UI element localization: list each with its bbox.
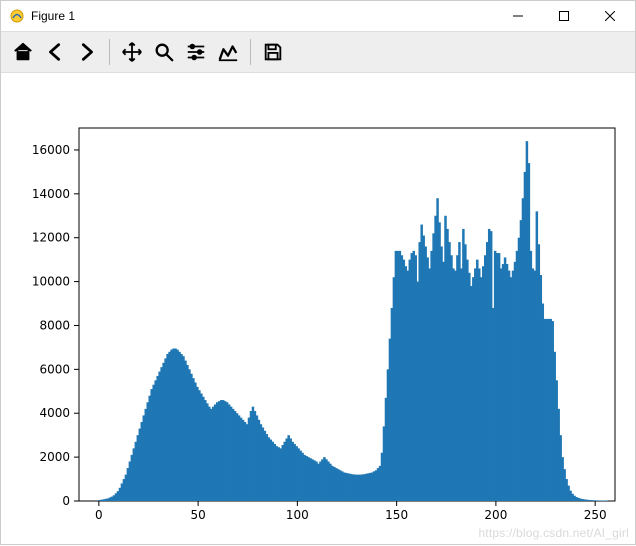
mpl-toolbar — [1, 31, 635, 73]
svg-text:6000: 6000 — [39, 362, 70, 376]
pan-button[interactable] — [116, 36, 148, 68]
forward-button[interactable] — [71, 36, 103, 68]
svg-text:4000: 4000 — [39, 406, 70, 420]
svg-text:150: 150 — [385, 508, 408, 522]
titlebar: Figure 1 — [1, 1, 635, 31]
home-button[interactable] — [7, 36, 39, 68]
app-icon — [9, 8, 25, 24]
svg-text:0: 0 — [62, 494, 70, 508]
svg-text:2000: 2000 — [39, 450, 70, 464]
edit-button[interactable] — [212, 36, 244, 68]
svg-text:0: 0 — [95, 508, 103, 522]
svg-text:10000: 10000 — [32, 275, 70, 289]
plot-area[interactable]: 0 50 100 150 200 250 0 2000 4000 6000 8000 10000 120… — [1, 73, 635, 544]
window-title: Figure 1 — [31, 9, 75, 23]
configure-button[interactable] — [180, 36, 212, 68]
zoom-button[interactable] — [148, 36, 180, 68]
svg-text:200: 200 — [484, 508, 507, 522]
svg-text:16000: 16000 — [32, 143, 70, 157]
maximize-button[interactable] — [541, 1, 587, 31]
svg-text:50: 50 — [190, 508, 205, 522]
toolbar-separator — [250, 39, 251, 65]
svg-text:12000: 12000 — [32, 231, 70, 245]
svg-text:14000: 14000 — [32, 187, 70, 201]
minimize-button[interactable] — [495, 1, 541, 31]
close-button[interactable] — [587, 1, 633, 31]
svg-text:250: 250 — [584, 508, 607, 522]
histogram-chart: 0 50 100 150 200 250 0 2000 4000 6000 8000 10000 120… — [1, 73, 635, 546]
svg-text:100: 100 — [286, 508, 309, 522]
figure-window: Figure 1 — [0, 0, 636, 545]
back-button[interactable] — [39, 36, 71, 68]
save-button[interactable] — [257, 36, 289, 68]
toolbar-separator — [109, 39, 110, 65]
svg-text:8000: 8000 — [39, 318, 70, 332]
